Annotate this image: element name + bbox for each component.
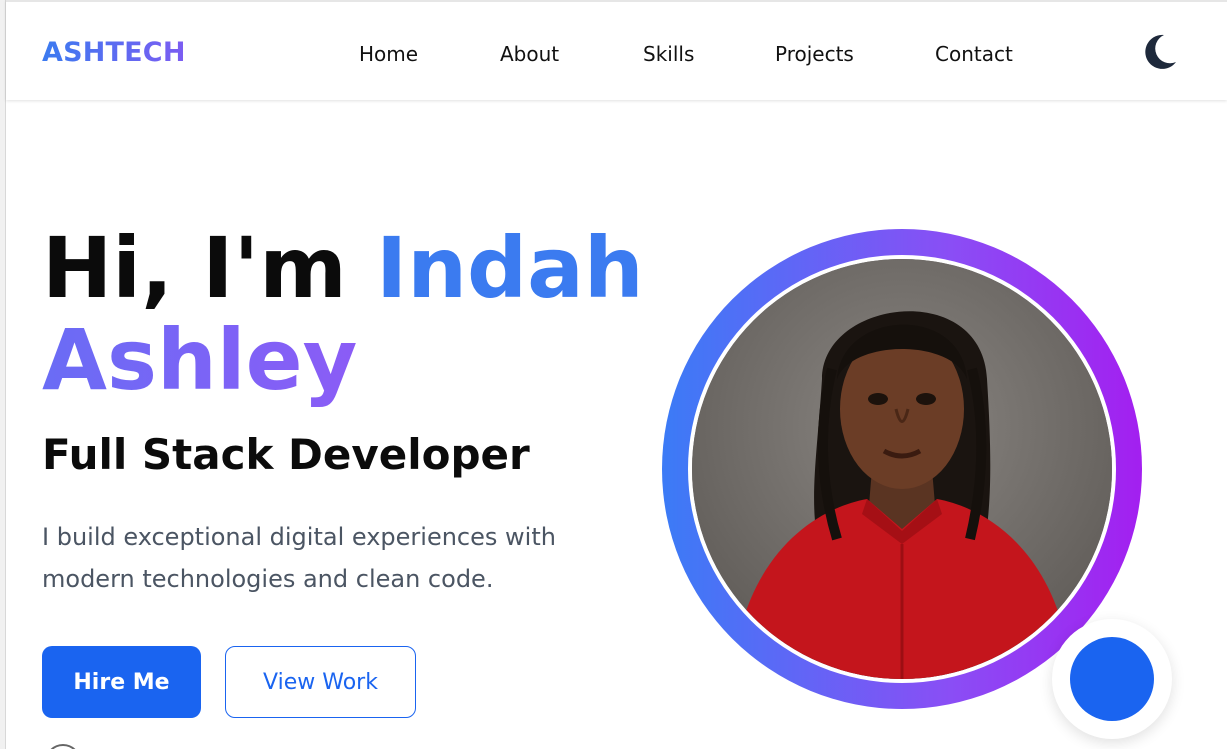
floating-action-wrapper <box>1052 619 1172 739</box>
hero-last-name: Ashley <box>42 311 358 409</box>
view-work-button[interactable]: View Work <box>225 646 416 718</box>
portrait-illustration <box>692 259 1112 679</box>
hero-greeting: Hi, I'm <box>42 219 376 317</box>
nav-contact[interactable]: Contact <box>935 42 1013 66</box>
theme-toggle-button[interactable] <box>1142 32 1178 72</box>
hero-description: I build exceptional digital experiences … <box>42 523 556 593</box>
hire-me-button[interactable]: Hire Me <box>42 646 201 718</box>
navbar: ASHTECH Home About Skills Projects Conta… <box>6 0 1227 100</box>
floating-action-button[interactable] <box>1070 637 1154 721</box>
social-icon-partial[interactable] <box>45 744 81 749</box>
nav-projects[interactable]: Projects <box>775 42 854 66</box>
nav-links: Home About Skills Projects Contact <box>6 42 1227 68</box>
nav-home[interactable]: Home <box>359 42 418 66</box>
profile-photo <box>692 259 1112 679</box>
moon-icon <box>1145 34 1176 69</box>
profile-photo-border <box>688 255 1116 683</box>
hero-title: Hi, I'm Indah Ashley <box>42 222 644 406</box>
hero-first-name: Indah <box>376 219 644 317</box>
nav-skills[interactable]: Skills <box>643 42 694 66</box>
browser-edge <box>0 0 6 749</box>
hero-role: Full Stack Developer <box>42 430 530 479</box>
nav-about[interactable]: About <box>500 42 559 66</box>
